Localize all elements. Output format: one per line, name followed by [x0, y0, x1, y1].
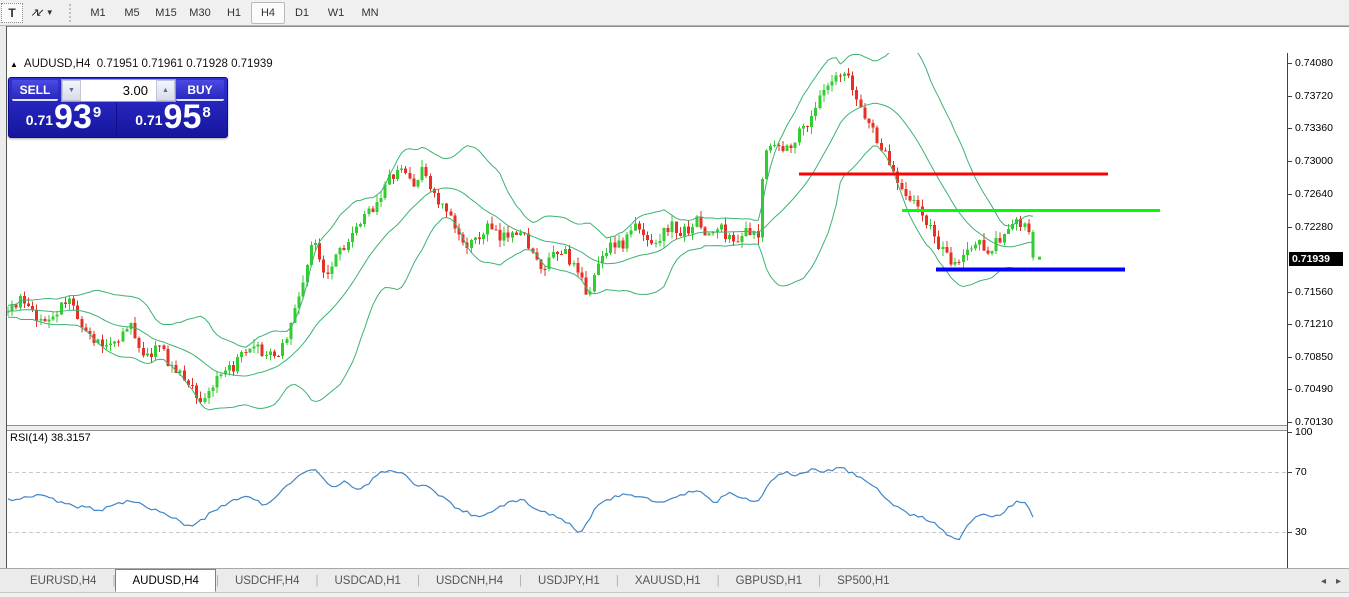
tab-usdcad[interactable]: USDCAD,H1	[318, 569, 416, 592]
ask-pip-digit: 8	[202, 104, 210, 121]
one-click-trading-panel: SELL ▼ 3.00 ▲ BUY 0.71 93 9 0.71 95 8	[8, 77, 228, 138]
price-axis[interactable]: 0.74080 0.73720 0.73360 0.73000 0.72640 0.722…	[1287, 53, 1349, 595]
chart-window: ▲ AUDUSD,H4 0.71951 0.71961 0.71928 0.719…	[0, 26, 1349, 568]
price-axis-label: 70	[1295, 466, 1307, 478]
price-axis-label: 0.74080	[1295, 57, 1333, 69]
price-axis-label: 100	[1295, 426, 1313, 438]
chart-symbol: AUDUSD,H4	[24, 58, 90, 70]
bid-prefix: 0.71	[26, 112, 53, 128]
symbol-marker-icon: ▲	[10, 60, 18, 69]
price-axis-label: 0.72640	[1295, 188, 1333, 200]
text-tool-button[interactable]: T	[1, 3, 23, 23]
bid-price[interactable]: 0.71 93 9	[11, 103, 117, 135]
price-axis-tick	[1288, 324, 1292, 325]
price-axis-label: 0.73000	[1295, 155, 1333, 167]
price-axis-tick	[1288, 128, 1292, 129]
current-price-tag: 0.71939	[1289, 252, 1343, 266]
timeframe-button-mn[interactable]: MN	[353, 2, 387, 24]
tab-sp500[interactable]: SP500,H1	[821, 569, 905, 592]
tab-usdcnh[interactable]: USDCNH,H4	[420, 569, 519, 592]
sell-button[interactable]: SELL	[12, 80, 58, 101]
timeframe-button-m5[interactable]: M5	[115, 2, 149, 24]
price-axis-tick	[1288, 194, 1292, 195]
bollinger-middle-band	[8, 103, 1033, 376]
timeframe-button-group: M1M5M15M30H1H4D1W1MN	[81, 2, 387, 24]
price-axis-tick	[1288, 161, 1292, 162]
price-axis-tick	[1288, 63, 1292, 64]
price-axis-tick	[1288, 357, 1292, 358]
window-left-edge	[0, 26, 7, 568]
price-axis-label: 0.70490	[1295, 383, 1333, 395]
tab-usdjpy[interactable]: USDJPY,H1	[522, 569, 616, 592]
tab-eurusd[interactable]: EURUSD,H4	[14, 569, 112, 592]
timeframe-button-h1[interactable]: H1	[217, 2, 251, 24]
price-axis-label: 0.73360	[1295, 122, 1333, 134]
ohlc-values: 0.71951 0.71961 0.71928 0.71939	[97, 58, 273, 70]
price-axis-label: 0.70850	[1295, 351, 1333, 363]
price-axis-label: 0.72280	[1295, 221, 1333, 233]
price-axis-tick	[1288, 432, 1292, 433]
tab-scroll-left-icon[interactable]: ◂	[1321, 576, 1326, 587]
bid-big-digits: 93	[54, 102, 92, 132]
chart-tab-bar: EURUSD,H4|AUDUSD,H4|USDCHF,H4|USDCAD,H1|…	[0, 568, 1349, 592]
timeframe-button-m15[interactable]: M15	[149, 2, 183, 24]
timeframe-button-w1[interactable]: W1	[319, 2, 353, 24]
top-toolbar: T ↗↙ ▼ M1M5M15M30H1H4D1W1MN	[0, 0, 1349, 26]
price-axis-tick	[1288, 532, 1292, 533]
price-axis-tick	[1288, 472, 1292, 473]
rsi-line	[8, 468, 1033, 540]
price-axis-label: 30	[1295, 526, 1307, 538]
price-axis-tick	[1288, 422, 1292, 423]
bid-pip-digit: 9	[93, 104, 101, 121]
window-bottom-edge	[0, 592, 1349, 597]
tab-xauusd[interactable]: XAUUSD,H1	[619, 569, 717, 592]
volume-value[interactable]: 3.00	[81, 80, 156, 101]
last-price-marker	[1038, 257, 1041, 260]
price-axis-label: 0.71210	[1295, 318, 1333, 330]
chart-title: ▲ AUDUSD,H4 0.71951 0.71961 0.71928 0.719…	[10, 58, 273, 70]
bollinger-lower-band	[8, 146, 1033, 410]
timeframe-button-m30[interactable]: M30	[183, 2, 217, 24]
ask-prefix: 0.71	[135, 112, 162, 128]
tab-usdchf[interactable]: USDCHF,H4	[219, 569, 316, 592]
price-axis-tick	[1288, 292, 1292, 293]
tab-scroll-buttons: ◂▸	[1321, 569, 1341, 593]
timeframe-button-d1[interactable]: D1	[285, 2, 319, 24]
toolbar-separator	[69, 4, 74, 22]
chevron-down-icon: ▼	[46, 8, 54, 17]
cursor-move-tool-button[interactable]: ↗↙ ▼	[25, 3, 59, 23]
timeframe-button-h4[interactable]: H4	[251, 2, 285, 24]
rsi-indicator-label: RSI(14) 38.3157	[10, 432, 91, 444]
tab-gbpusd[interactable]: GBPUSD,H1	[720, 569, 818, 592]
ask-price[interactable]: 0.71 95 8	[119, 103, 227, 135]
price-axis-tick	[1288, 227, 1292, 228]
price-axis-label: 0.73720	[1295, 90, 1333, 102]
rsi-chart-canvas[interactable]	[0, 431, 1287, 575]
ask-big-digits: 95	[164, 102, 202, 132]
move-arrows-icon: ↗↙	[30, 6, 40, 19]
price-axis-label: 0.71560	[1295, 286, 1333, 298]
tab-audusd[interactable]: AUDUSD,H4	[115, 569, 215, 592]
price-axis-tick	[1288, 96, 1292, 97]
price-axis-tick	[1288, 389, 1292, 390]
timeframe-button-m1[interactable]: M1	[81, 2, 115, 24]
tab-scroll-right-icon[interactable]: ▸	[1336, 576, 1341, 587]
